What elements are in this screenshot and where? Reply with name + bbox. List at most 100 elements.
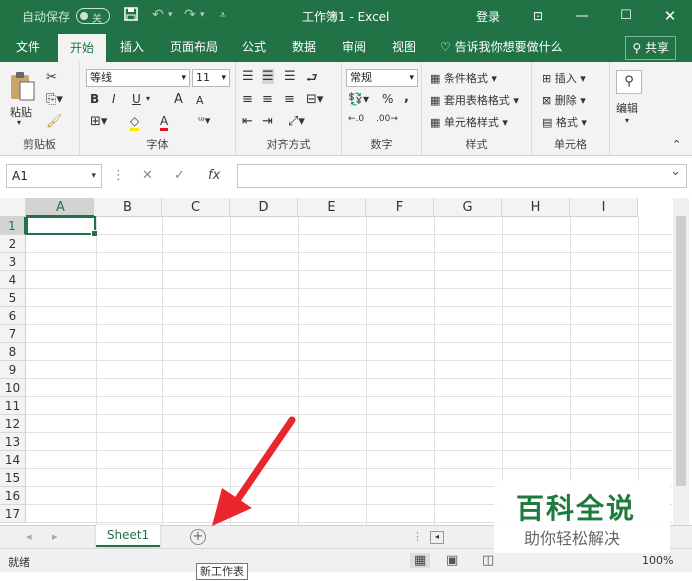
align-top-icon[interactable]: ☰ bbox=[242, 69, 254, 84]
accounting-icon[interactable]: 💱▾ bbox=[348, 92, 369, 106]
row-header-10[interactable]: 10 bbox=[0, 379, 26, 397]
row-header-2[interactable]: 2 bbox=[0, 235, 26, 253]
grow-font-button[interactable]: A bbox=[174, 92, 183, 107]
row-header-14[interactable]: 14 bbox=[0, 451, 26, 469]
insert-function-icon[interactable]: fx bbox=[208, 164, 220, 188]
percent-button[interactable]: % bbox=[382, 92, 393, 106]
signin-link[interactable]: 登录 bbox=[476, 8, 500, 25]
row-header-4[interactable]: 4 bbox=[0, 271, 26, 289]
formula-input[interactable] bbox=[237, 164, 687, 188]
sheet-tab[interactable]: Sheet1 bbox=[96, 525, 160, 547]
row-header-17[interactable]: 17 bbox=[0, 505, 26, 523]
undo-dropdown-icon[interactable]: ▾ bbox=[168, 10, 173, 20]
row-header-7[interactable]: 7 bbox=[0, 325, 26, 343]
name-box[interactable]: A1 bbox=[6, 164, 102, 188]
column-header-g[interactable]: G bbox=[434, 198, 502, 217]
format-as-table-button[interactable]: ▦ 套用表格格式 ▾ bbox=[430, 92, 519, 108]
increase-indent-icon[interactable]: ⇥ bbox=[262, 114, 273, 129]
row-header-13[interactable]: 13 bbox=[0, 433, 26, 451]
cell-styles-button[interactable]: ▦ 单元格样式 ▾ bbox=[430, 114, 508, 130]
font-size-select[interactable]: 11 bbox=[192, 69, 230, 87]
vertical-scrollbar[interactable] bbox=[673, 198, 689, 525]
hscroll-left-icon[interactable]: ◂ bbox=[430, 531, 444, 544]
column-header-h[interactable]: H bbox=[502, 198, 570, 217]
tab-data[interactable]: 数据 bbox=[284, 32, 324, 62]
select-all-corner[interactable] bbox=[0, 198, 26, 217]
tab-file[interactable]: 文件 bbox=[6, 32, 50, 62]
row-header-5[interactable]: 5 bbox=[0, 289, 26, 307]
enter-icon[interactable]: ✓ bbox=[174, 164, 185, 188]
row-header-1[interactable]: 1 bbox=[0, 217, 26, 235]
close-icon[interactable]: ✕ bbox=[650, 4, 690, 28]
customize-qat-icon[interactable]: ⩡ bbox=[220, 10, 226, 21]
editing-button[interactable]: 编辑 bbox=[616, 100, 638, 116]
fill-color-icon[interactable]: ◇ bbox=[130, 114, 140, 131]
borders-icon[interactable]: ⊞▾ bbox=[90, 114, 107, 129]
cut-icon[interactable]: ✂ bbox=[46, 70, 57, 85]
page-break-view-icon[interactable]: ◫ bbox=[482, 553, 494, 568]
prev-sheet-icon[interactable]: ◂ bbox=[26, 530, 32, 543]
conditional-format-button[interactable]: ▦ 条件格式 ▾ bbox=[430, 70, 497, 86]
autosave-toggle[interactable]: 关 bbox=[76, 8, 110, 25]
phonetic-icon[interactable]: ᵚ▾ bbox=[198, 114, 210, 127]
tell-me-box[interactable]: ♡ 告诉我你想要做什么 bbox=[440, 32, 570, 62]
zoom-level[interactable]: 100% bbox=[642, 554, 673, 567]
new-sheet-button[interactable]: + bbox=[190, 529, 206, 545]
orientation-icon[interactable]: ⤢▾ bbox=[288, 114, 305, 129]
format-painter-icon[interactable]: 🖌 bbox=[46, 114, 63, 129]
row-header-11[interactable]: 11 bbox=[0, 397, 26, 415]
align-right-icon[interactable]: ≡ bbox=[284, 92, 295, 107]
row-header-9[interactable]: 9 bbox=[0, 361, 26, 379]
decrease-decimal-icon[interactable]: .00→ bbox=[376, 114, 398, 124]
format-cells-button[interactable]: ▤ 格式 ▾ bbox=[542, 114, 587, 130]
row-header-6[interactable]: 6 bbox=[0, 307, 26, 325]
align-left-icon[interactable]: ≡ bbox=[242, 92, 253, 107]
minimize-icon[interactable]: — bbox=[562, 4, 602, 28]
shrink-font-button[interactable]: A bbox=[196, 94, 204, 107]
paste-dropdown-icon[interactable]: ▾ bbox=[17, 118, 21, 127]
active-cell-a1[interactable] bbox=[26, 216, 98, 237]
align-bottom-icon[interactable]: ☰ bbox=[284, 69, 296, 84]
column-header-c[interactable]: C bbox=[162, 198, 230, 217]
copy-icon[interactable]: ⎘▾ bbox=[46, 92, 63, 107]
page-layout-view-icon[interactable]: ▣ bbox=[446, 553, 458, 568]
redo-icon[interactable]: ↷ bbox=[184, 7, 196, 23]
tab-review[interactable]: 审阅 bbox=[334, 32, 374, 62]
align-middle-icon[interactable]: ☰ bbox=[262, 69, 274, 84]
insert-cells-button[interactable]: ⊞ 插入 ▾ bbox=[542, 70, 586, 86]
row-header-3[interactable]: 3 bbox=[0, 253, 26, 271]
maximize-icon[interactable]: ☐ bbox=[606, 4, 646, 28]
vertical-scroll-thumb[interactable] bbox=[676, 216, 686, 486]
tab-view[interactable]: 视图 bbox=[384, 32, 424, 62]
bold-button[interactable]: B bbox=[90, 92, 99, 106]
decrease-indent-icon[interactable]: ⇤ bbox=[242, 114, 253, 129]
ribbon-display-icon[interactable]: ⊡ bbox=[518, 4, 558, 28]
redo-dropdown-icon[interactable]: ▾ bbox=[200, 10, 205, 20]
editing-dropdown-icon[interactable]: ▾ bbox=[625, 116, 629, 125]
number-format-select[interactable]: 常规 bbox=[346, 69, 418, 87]
tab-formulas[interactable]: 公式 bbox=[234, 32, 274, 62]
save-icon[interactable] bbox=[124, 7, 138, 25]
worksheet-grid[interactable]: A B C D E F G H I 1 2 3 4 5 6 7 8 9 10 11 12 13 14 15 16 17 bbox=[0, 198, 692, 525]
next-sheet-icon[interactable]: ▸ bbox=[52, 530, 58, 543]
tab-page-layout[interactable]: 页面布局 bbox=[162, 32, 226, 62]
comma-button[interactable]: , bbox=[404, 90, 409, 105]
italic-button[interactable]: I bbox=[112, 92, 116, 106]
column-header-d[interactable]: D bbox=[230, 198, 298, 217]
row-header-8[interactable]: 8 bbox=[0, 343, 26, 361]
underline-dropdown-icon[interactable]: ▾ bbox=[146, 94, 150, 103]
collapse-ribbon-icon[interactable]: ⌃ bbox=[672, 138, 681, 151]
column-header-e[interactable]: E bbox=[298, 198, 366, 217]
font-color-button[interactable]: A bbox=[160, 114, 169, 131]
share-button[interactable]: ⚲ 共享 bbox=[625, 36, 676, 60]
row-header-15[interactable]: 15 bbox=[0, 469, 26, 487]
underline-button[interactable]: U bbox=[132, 92, 141, 106]
column-header-b[interactable]: B bbox=[94, 198, 162, 217]
wrap-text-icon[interactable]: ⮐ bbox=[306, 69, 318, 91]
normal-view-icon[interactable]: ▦ bbox=[410, 553, 431, 568]
delete-cells-button[interactable]: ⊠ 删除 ▾ bbox=[542, 92, 586, 108]
search-icon[interactable]: ⚲ bbox=[616, 70, 642, 94]
align-center-icon[interactable]: ≡ bbox=[262, 92, 273, 107]
column-header-a[interactable]: A bbox=[26, 198, 96, 217]
increase-decimal-icon[interactable]: ←.0 bbox=[348, 114, 364, 124]
